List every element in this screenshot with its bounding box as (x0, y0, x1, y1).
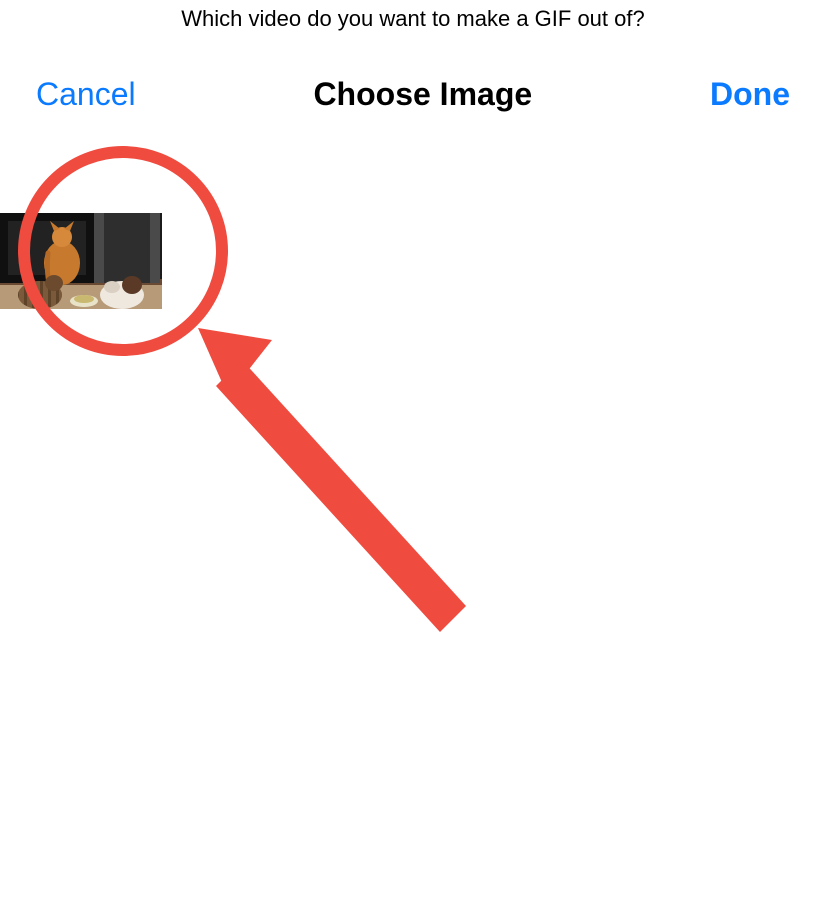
done-button[interactable]: Done (710, 76, 790, 113)
video-thumbnail-image (0, 213, 162, 309)
image-picker-grid (0, 133, 826, 833)
cancel-button[interactable]: Cancel (36, 76, 136, 113)
video-thumbnail-1[interactable] (0, 181, 162, 343)
navbar-title: Choose Image (313, 76, 532, 113)
image-picker-navbar: Cancel Choose Image Done (0, 32, 826, 133)
siri-prompt-text: Which video do you want to make a GIF ou… (0, 0, 826, 32)
